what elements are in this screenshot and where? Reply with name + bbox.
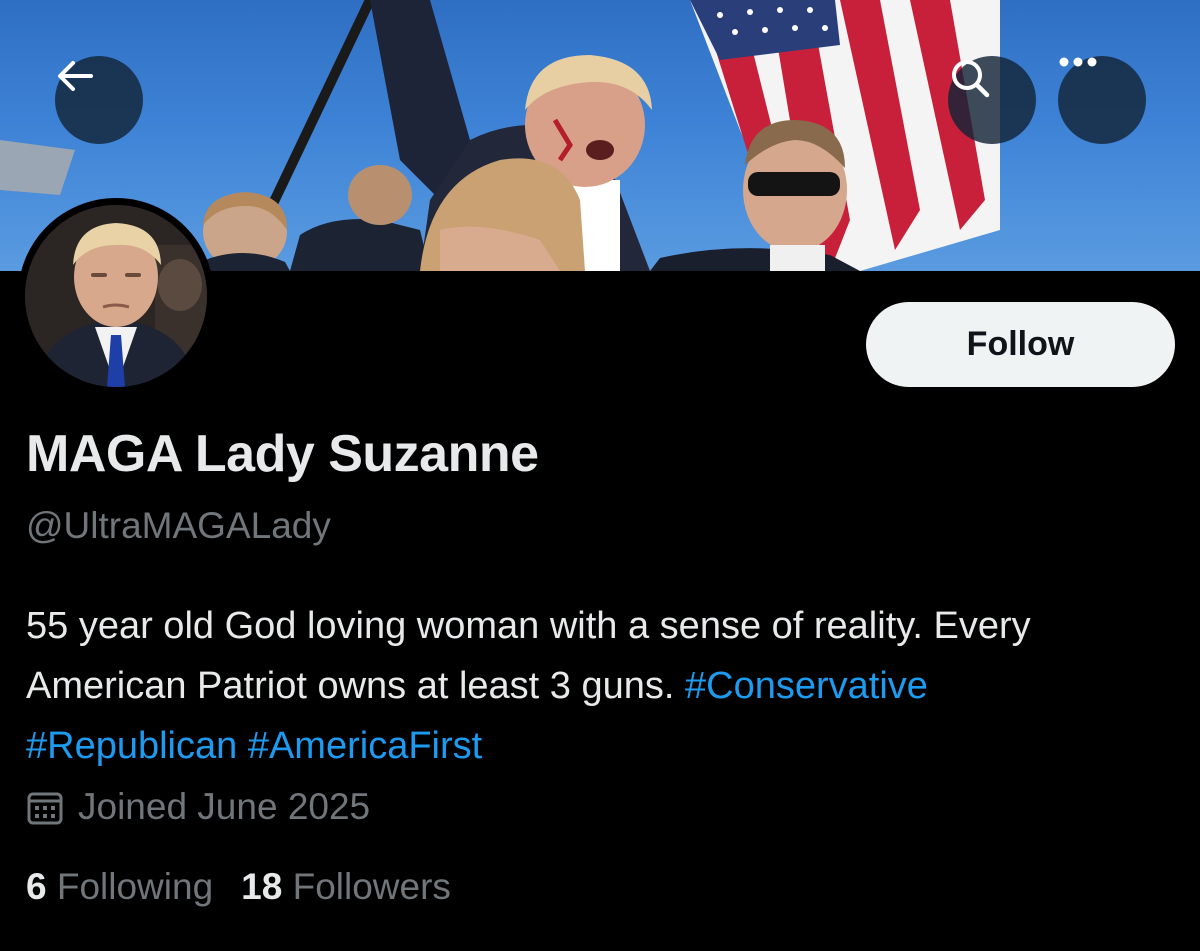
profile-avatar[interactable] [18, 198, 214, 394]
followers-label: Followers [292, 866, 451, 907]
hashtag-link[interactable]: #AmericaFirst [248, 725, 482, 767]
display-name: MAGA Lady Suzanne [26, 425, 539, 483]
more-horizontal-icon [1059, 57, 1097, 67]
follow-stats: 6 Following 18 Followers [26, 866, 451, 908]
joined-text: Joined June 2025 [78, 786, 371, 827]
follow-button[interactable]: Follow [866, 302, 1175, 387]
hashtag-link[interactable]: #Conservative [685, 665, 928, 707]
more-options-button[interactable] [1058, 56, 1146, 144]
following-count: 6 [26, 866, 47, 907]
joined-date: Joined June 2025 [26, 786, 370, 828]
flag-graphic [690, 0, 1000, 271]
profile-bio: 55 year old God loving woman with a sens… [26, 596, 1186, 776]
followers-count: 18 [241, 866, 283, 907]
followers-stat[interactable]: 18 Followers [241, 866, 451, 908]
following-stat[interactable]: 6 Following [26, 866, 213, 908]
search-icon [952, 60, 990, 98]
calendar-icon [27, 792, 63, 825]
user-handle: @UltraMAGALady [26, 505, 331, 546]
search-button[interactable] [948, 56, 1036, 144]
hashtag-link[interactable]: #Republican [26, 725, 237, 767]
follow-button-label: Follow [966, 325, 1075, 363]
following-label: Following [56, 866, 214, 907]
arrow-left-icon [58, 61, 93, 91]
avatar-image [25, 205, 207, 387]
back-button[interactable] [55, 56, 143, 144]
